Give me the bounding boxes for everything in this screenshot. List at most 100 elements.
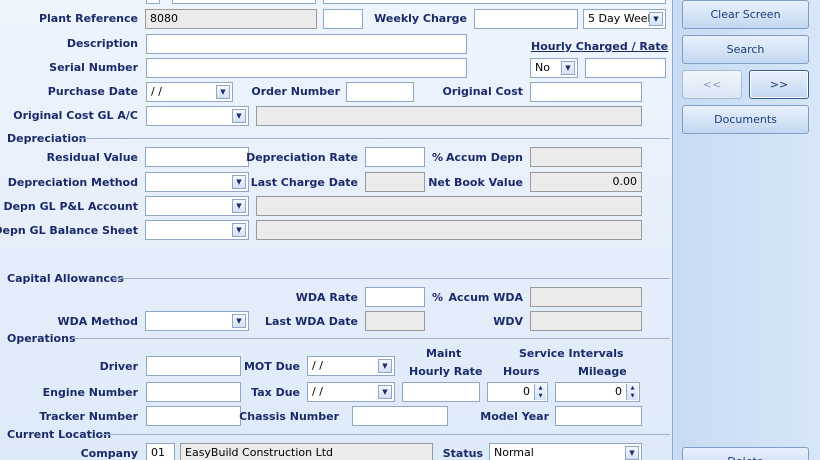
- spinner-icon[interactable]: ▲ ▼: [626, 384, 638, 400]
- description-field[interactable]: [146, 34, 467, 54]
- hourly-charged-rate-link[interactable]: Hourly Charged / Rate: [531, 40, 668, 53]
- purchase-date-value: / /: [151, 85, 162, 98]
- weekly-charge-label: Weekly Charge: [374, 12, 467, 25]
- mot-due-value: / /: [312, 359, 323, 372]
- tracker-number-label: Tracker Number: [39, 410, 138, 423]
- purchase-date-picker[interactable]: / / ▼: [146, 82, 233, 102]
- net-book-value-label: Net Book Value: [428, 176, 523, 189]
- plant-reference-field[interactable]: 8080: [145, 9, 317, 29]
- accum-depn-label: Accum Depn: [446, 151, 523, 164]
- chassis-number-field[interactable]: [352, 406, 448, 426]
- percent-label: %: [432, 291, 444, 304]
- engine-number-label: Engine Number: [42, 386, 138, 399]
- spinner-icon[interactable]: ▲ ▼: [534, 384, 546, 400]
- maint-label: Maint: [426, 347, 462, 360]
- original-cost-gl-label: Original Cost GL A/C: [13, 109, 138, 122]
- order-number-field[interactable]: [346, 82, 414, 102]
- net-book-value-field: 0.00: [530, 172, 642, 192]
- depn-pl-account-label: Depn GL P&L Account: [3, 200, 138, 213]
- chassis-number-label: Chassis Number: [239, 410, 339, 423]
- wda-rate-label: WDA Rate: [295, 291, 358, 304]
- last-wda-date-field: [365, 311, 425, 331]
- delete-button[interactable]: Delete: [682, 447, 809, 460]
- top-partial-field-2[interactable]: [323, 0, 666, 4]
- weekly-charge-field[interactable]: [474, 9, 578, 29]
- chevron-down-icon[interactable]: ▼: [232, 175, 246, 189]
- plant-reference-label: Plant Reference: [38, 12, 138, 25]
- plant-reference-suffix-field[interactable]: [323, 9, 363, 29]
- depn-balance-sheet-select[interactable]: ▼: [145, 220, 249, 240]
- service-hours-value: 0: [523, 385, 530, 398]
- weekly-charge-period-value: 5 Day Week: [588, 12, 654, 25]
- chevron-down-icon[interactable]: ▼: [378, 359, 392, 373]
- driver-label: Driver: [99, 360, 138, 373]
- original-cost-gl-description: [256, 106, 642, 126]
- top-partial-button[interactable]: [146, 0, 160, 4]
- chevron-down-icon[interactable]: ▼: [232, 109, 246, 123]
- chevron-down-icon[interactable]: ▼: [561, 61, 575, 75]
- documents-button[interactable]: Documents: [682, 105, 809, 134]
- wdv-label: WDV: [493, 315, 523, 328]
- section-divider: [112, 278, 670, 279]
- tax-due-label: Tax Due: [251, 386, 300, 399]
- original-cost-field[interactable]: [530, 82, 642, 102]
- depreciation-method-select[interactable]: ▼: [145, 172, 249, 192]
- tax-due-value: / /: [312, 385, 323, 398]
- depreciation-method-label: Depreciation Method: [7, 176, 138, 189]
- chevron-down-icon[interactable]: ▼: [232, 314, 246, 328]
- last-charge-date-label: Last Charge Date: [250, 176, 358, 189]
- weekly-charge-period-select[interactable]: 5 Day Week ▼: [583, 9, 666, 29]
- chevron-down-icon[interactable]: ▼: [216, 85, 230, 99]
- residual-value-field[interactable]: [145, 147, 249, 167]
- company-name-field: EasyBuild Construction Ltd: [180, 443, 433, 460]
- status-value: Normal: [494, 446, 534, 459]
- engine-number-field[interactable]: [146, 382, 241, 402]
- driver-field[interactable]: [146, 356, 241, 376]
- wdv-field: [530, 311, 642, 331]
- service-mileage-value: 0: [615, 385, 622, 398]
- company-code-field[interactable]: 01: [146, 443, 175, 460]
- model-year-field[interactable]: [555, 406, 642, 426]
- original-cost-gl-select[interactable]: ▼: [146, 106, 249, 126]
- wda-method-select[interactable]: ▼: [145, 311, 249, 331]
- mot-due-picker[interactable]: / / ▼: [307, 356, 395, 376]
- hourly-charged-select[interactable]: No ▼: [530, 58, 578, 78]
- wda-rate-field[interactable]: [365, 287, 425, 307]
- search-button[interactable]: Search: [682, 35, 809, 64]
- clear-screen-button[interactable]: Clear Screen: [682, 0, 809, 29]
- accum-wda-field: [530, 287, 642, 307]
- chevron-down-icon[interactable]: ▼: [649, 12, 663, 26]
- hours-label: Hours: [503, 365, 540, 378]
- company-label: Company: [80, 447, 138, 460]
- chevron-down-icon[interactable]: ▼: [625, 446, 639, 460]
- service-hours-stepper[interactable]: 0 ▲ ▼: [487, 382, 548, 402]
- tracker-number-field[interactable]: [146, 406, 241, 426]
- depreciation-rate-field[interactable]: [365, 147, 425, 167]
- description-label: Description: [66, 37, 138, 50]
- top-partial-field[interactable]: [172, 0, 316, 4]
- serial-number-field[interactable]: [146, 58, 467, 78]
- chevron-down-icon[interactable]: ▼: [378, 385, 392, 399]
- chevron-down-icon[interactable]: ▼: [232, 223, 246, 237]
- wda-method-label: WDA Method: [57, 315, 138, 328]
- tax-due-picker[interactable]: / / ▼: [307, 382, 395, 402]
- current-location-section-title: Current Location: [7, 428, 112, 441]
- chevron-down-icon[interactable]: ▼: [232, 199, 246, 213]
- depn-pl-account-select[interactable]: ▼: [145, 196, 249, 216]
- section-divider: [80, 138, 670, 139]
- depn-balance-sheet-description: [256, 220, 642, 240]
- section-divider: [72, 338, 670, 339]
- service-mileage-stepper[interactable]: 0 ▲ ▼: [555, 382, 640, 402]
- previous-record-button[interactable]: <<: [682, 70, 742, 99]
- maint-hourly-rate-field[interactable]: [402, 382, 480, 402]
- serial-number-label: Serial Number: [49, 61, 138, 74]
- model-year-label: Model Year: [480, 410, 549, 423]
- hourly-rate-label: Hourly Rate: [409, 365, 483, 378]
- hourly-charged-value: No: [535, 61, 550, 74]
- status-select[interactable]: Normal ▼: [489, 443, 642, 460]
- section-divider: [100, 434, 670, 435]
- next-record-button[interactable]: >>: [749, 70, 809, 99]
- status-label: Status: [442, 447, 483, 460]
- hourly-rate-field[interactable]: [585, 58, 666, 78]
- accum-wda-label: Accum WDA: [448, 291, 523, 304]
